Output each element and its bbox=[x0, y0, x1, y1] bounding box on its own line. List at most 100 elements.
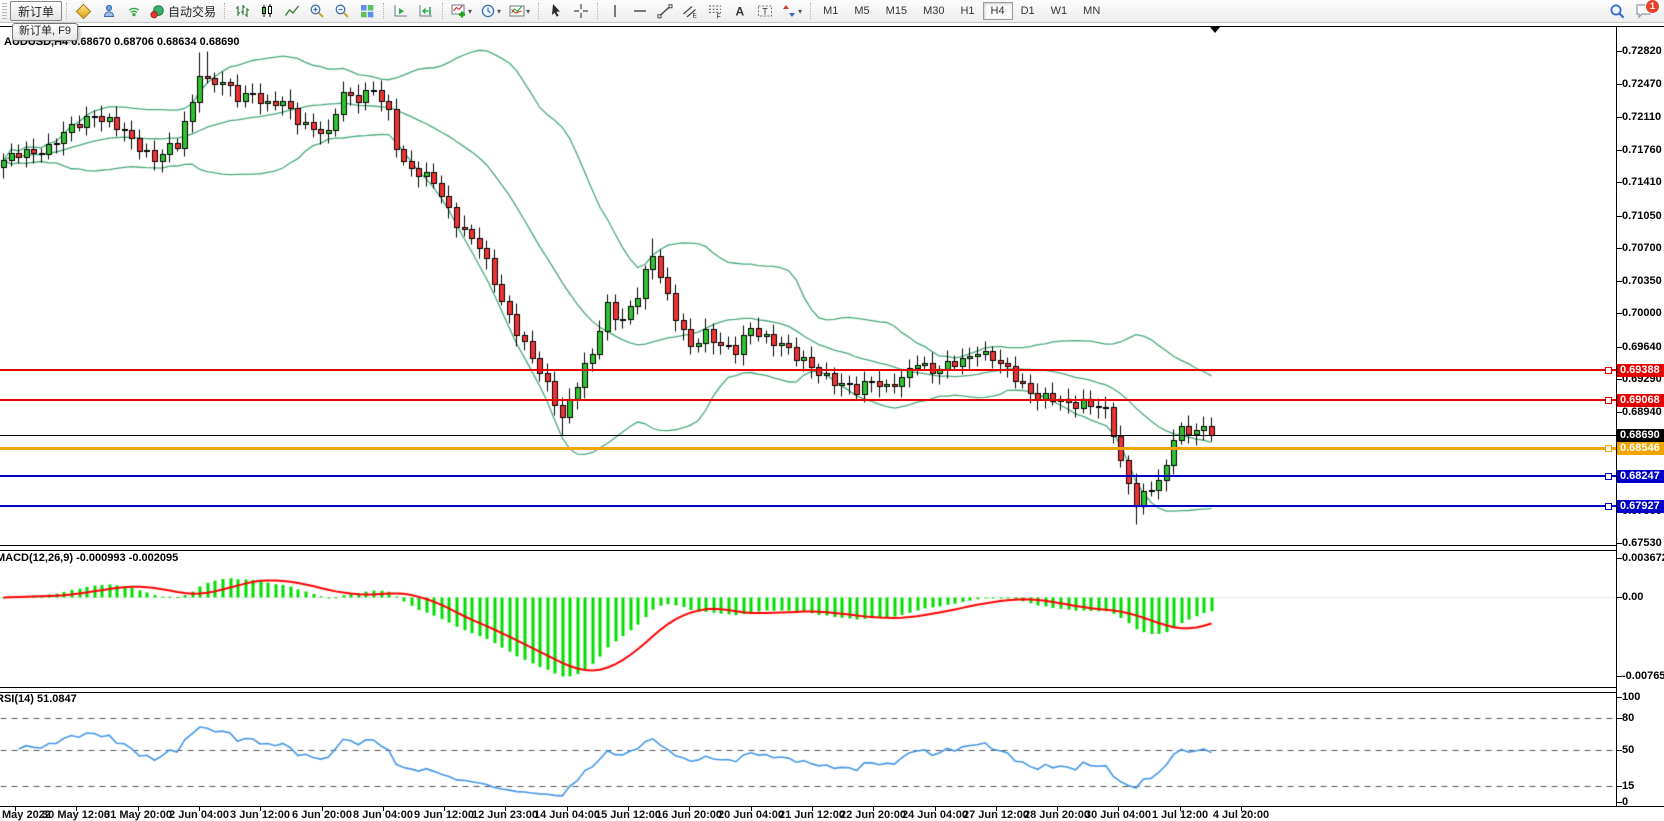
linechart-mode-icon[interactable] bbox=[279, 1, 304, 21]
hline-marker[interactable] bbox=[1605, 445, 1612, 452]
timeframe-d1[interactable]: D1 bbox=[1013, 2, 1043, 20]
price-axis-tick bbox=[1616, 117, 1622, 118]
toolbar-grip[interactable] bbox=[2, 3, 7, 19]
price-hline[interactable] bbox=[0, 435, 1616, 436]
rsi-axis-label: 0 bbox=[1622, 796, 1664, 808]
crosshair-icon[interactable] bbox=[568, 1, 593, 21]
price-hline[interactable] bbox=[0, 369, 1616, 371]
macd-label: MACD(12,26,9) -0.000993 -0.002095 bbox=[0, 552, 178, 564]
timeframe-m30[interactable]: M30 bbox=[915, 2, 952, 20]
metaeditor-icon[interactable] bbox=[71, 1, 96, 21]
price-axis-border bbox=[1616, 26, 1617, 807]
periods-icon[interactable]: ▾ bbox=[476, 1, 505, 21]
macd-axis-label: 0.003672 bbox=[1622, 552, 1664, 564]
timeframe-h4[interactable]: H4 bbox=[983, 2, 1013, 20]
price-axis-tick bbox=[1616, 347, 1622, 348]
hline-marker[interactable] bbox=[1605, 367, 1612, 374]
trendline-tool-icon[interactable] bbox=[652, 1, 677, 21]
chevron-down-icon: ▾ bbox=[497, 7, 501, 16]
hline-marker[interactable] bbox=[1605, 397, 1612, 404]
hline-marker[interactable] bbox=[1605, 473, 1612, 480]
toolbar: 新订单 自动交易 ▾ ▾ ▾ bbox=[0, 0, 1664, 23]
time-axis-label: 16 Jun 20:00 bbox=[656, 809, 722, 821]
rsi-axis-label: 80 bbox=[1622, 712, 1664, 724]
price-tag: 0.69068 bbox=[1617, 394, 1664, 407]
notification-badge[interactable]: 1 bbox=[1645, 0, 1660, 14]
vertical-line-tool-icon[interactable] bbox=[602, 1, 627, 21]
rsi-axis-tick bbox=[1616, 718, 1622, 719]
price-axis-label: 0.71410 bbox=[1622, 176, 1664, 188]
shapes-tool-icon[interactable]: ▾ bbox=[777, 1, 806, 21]
toolbar-separator bbox=[538, 3, 539, 19]
profiles-icon[interactable] bbox=[96, 1, 121, 21]
panel-separator-rsi[interactable] bbox=[0, 687, 1616, 693]
rsi-axis-label: 100 bbox=[1622, 691, 1664, 703]
price-axis-tick bbox=[1616, 150, 1622, 151]
macd-axis-tick bbox=[1616, 676, 1622, 677]
price-axis-label: 0.68940 bbox=[1622, 406, 1664, 418]
hline-marker[interactable] bbox=[1605, 503, 1612, 510]
zoom-out-icon[interactable] bbox=[329, 1, 354, 21]
rsi-axis-label: 15 bbox=[1622, 780, 1664, 792]
panel-separator-macd[interactable] bbox=[0, 545, 1616, 551]
price-axis-label: 0.72470 bbox=[1622, 78, 1664, 90]
price-axis-label: 0.69640 bbox=[1622, 341, 1664, 353]
macd-axis-tick bbox=[1616, 597, 1622, 598]
price-hline[interactable] bbox=[0, 447, 1616, 450]
chartshift-icon[interactable] bbox=[413, 1, 438, 21]
horizontal-line-tool-icon[interactable] bbox=[627, 1, 652, 21]
timeframe-h1[interactable]: H1 bbox=[952, 2, 982, 20]
timeframe-mn[interactable]: MN bbox=[1075, 2, 1108, 20]
svg-text:F: F bbox=[716, 14, 720, 20]
svg-text:A: A bbox=[735, 5, 744, 19]
time-axis-label: 24 Jun 04:00 bbox=[902, 809, 968, 821]
new-order-tooltip: 新订单, F9 bbox=[12, 23, 78, 41]
price-hline[interactable] bbox=[0, 505, 1616, 507]
toolbar-separator bbox=[383, 3, 384, 19]
macd-axis-tick bbox=[1616, 558, 1622, 559]
new-order-button[interactable]: 新订单 bbox=[10, 1, 62, 21]
price-axis-tick bbox=[1616, 248, 1622, 249]
candlestick-mode-icon[interactable] bbox=[254, 1, 279, 21]
barchart-mode-icon[interactable] bbox=[229, 1, 254, 21]
cursor-icon[interactable] bbox=[543, 1, 568, 21]
toolbar-separator bbox=[810, 3, 811, 19]
macd-axis-label: 0.00 bbox=[1622, 591, 1664, 603]
chat-icon[interactable]: 1 bbox=[1630, 1, 1656, 21]
price-hline[interactable] bbox=[0, 399, 1616, 401]
text-tool-icon[interactable]: A bbox=[727, 1, 752, 21]
zoom-in-icon[interactable] bbox=[304, 1, 329, 21]
price-tag: 0.69388 bbox=[1617, 364, 1664, 377]
price-axis-tick bbox=[1616, 84, 1622, 85]
time-axis-label: 9 Jun 12:00 bbox=[414, 809, 474, 821]
rsi-label: RSI(14) 51.0847 bbox=[0, 693, 77, 705]
autoscroll-icon[interactable] bbox=[388, 1, 413, 21]
label-tool-icon[interactable]: T bbox=[752, 1, 777, 21]
timeframe-m15[interactable]: M15 bbox=[878, 2, 915, 20]
price-tag: 0.67927 bbox=[1617, 500, 1664, 513]
fibonacci-tool-icon[interactable]: F bbox=[702, 1, 727, 21]
chevron-down-icon: ▾ bbox=[798, 7, 802, 16]
time-axis-label: 1 Jul 12:00 bbox=[1152, 809, 1208, 821]
chart-canvas[interactable] bbox=[0, 0, 1664, 821]
chart-shift-marker[interactable] bbox=[1210, 27, 1220, 33]
time-axis-label: 3 Jun 12:00 bbox=[230, 809, 290, 821]
timeframe-w1[interactable]: W1 bbox=[1043, 2, 1076, 20]
signals-icon[interactable] bbox=[121, 1, 146, 21]
timeframe-m5[interactable]: M5 bbox=[846, 2, 877, 20]
timeframe-m1[interactable]: M1 bbox=[815, 2, 846, 20]
toolbar-separator bbox=[224, 3, 225, 19]
templates-icon[interactable]: ▾ bbox=[505, 1, 534, 21]
price-axis-label: 0.67530 bbox=[1622, 537, 1664, 549]
indicators-icon[interactable]: ▾ bbox=[447, 1, 476, 21]
time-axis-label: 20 Jun 04:00 bbox=[718, 809, 784, 821]
price-axis-label: 0.71760 bbox=[1622, 144, 1664, 156]
autotrading-button[interactable]: 自动交易 bbox=[146, 1, 220, 21]
time-axis-label: 22 Jun 20:00 bbox=[840, 809, 906, 821]
tile-windows-icon[interactable] bbox=[354, 1, 379, 21]
channel-tool-icon[interactable]: E bbox=[677, 1, 702, 21]
price-hline[interactable] bbox=[0, 475, 1616, 477]
rsi-axis-tick bbox=[1616, 786, 1622, 787]
time-axis-label: 21 Jun 12:00 bbox=[779, 809, 845, 821]
search-icon[interactable] bbox=[1605, 1, 1630, 21]
